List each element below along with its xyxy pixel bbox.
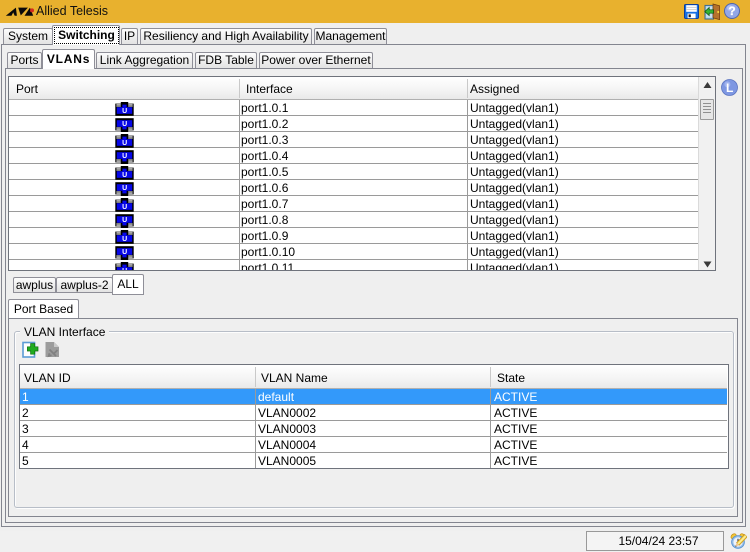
svg-text:?: ? <box>728 4 735 18</box>
svg-text:U: U <box>122 217 127 224</box>
svg-text:U: U <box>122 249 127 256</box>
svg-text:U: U <box>122 236 127 243</box>
svg-text:U: U <box>122 140 127 147</box>
svg-text:L: L <box>726 81 733 95</box>
svg-text:U: U <box>122 121 127 128</box>
svg-text:U: U <box>122 204 127 211</box>
svg-text:U: U <box>122 153 127 160</box>
svg-text:U: U <box>122 108 127 115</box>
svg-text:U: U <box>122 172 127 179</box>
svg-text:U: U <box>122 268 127 270</box>
svg-text:U: U <box>122 185 127 192</box>
